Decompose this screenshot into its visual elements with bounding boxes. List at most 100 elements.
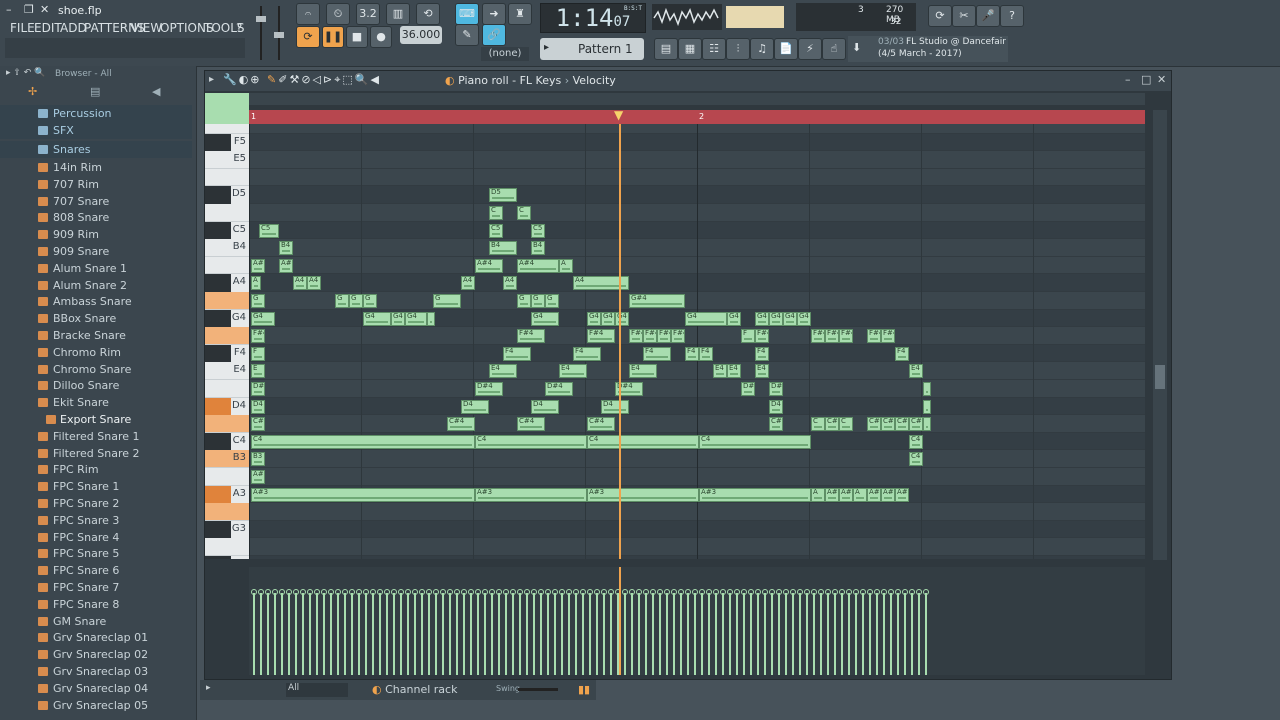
note[interactable]: F4 <box>895 346 909 361</box>
browser-item[interactable]: Grv Snareclap 02 <box>0 646 192 663</box>
velocity-bar[interactable] <box>804 589 810 675</box>
note[interactable]: A#4 <box>517 258 559 273</box>
velocity-bar[interactable] <box>790 589 796 675</box>
note[interactable]: A#4 <box>475 258 503 273</box>
browser-item[interactable]: FPC Snare 4 <box>0 529 192 546</box>
browser-item[interactable]: FPC Snare 6 <box>0 562 192 579</box>
piano-key[interactable] <box>205 327 249 345</box>
note[interactable]: G4 <box>755 311 769 326</box>
note[interactable]: C <box>811 417 825 432</box>
note[interactable]: G4 <box>615 311 629 326</box>
note[interactable]: C4 <box>699 434 811 449</box>
note[interactable]: A#3 <box>251 470 265 484</box>
browser-item[interactable]: Ambass Snare <box>0 293 192 310</box>
note[interactable]: C4 <box>909 434 923 449</box>
browser-item[interactable]: Bracke Snare <box>0 327 192 344</box>
piano-key[interactable] <box>205 257 249 275</box>
stop-button[interactable]: ■ <box>346 26 368 48</box>
browser-item[interactable]: Chromo Snare <box>0 361 192 378</box>
velocity-bar[interactable] <box>874 589 880 675</box>
browser-item[interactable]: Alum Snare 1 <box>0 260 192 277</box>
note[interactable]: B4 <box>489 241 517 256</box>
velocity-bar[interactable] <box>447 589 453 675</box>
note[interactable]: G4 <box>363 311 391 326</box>
channel-filter[interactable]: All <box>286 683 348 697</box>
note[interactable]: A#4 <box>251 258 265 273</box>
note[interactable]: D5 <box>489 188 517 203</box>
browser-item[interactable]: 808 Snare <box>0 209 192 226</box>
browser-item[interactable]: FPC Snare 3 <box>0 512 192 529</box>
stamp-icon[interactable]: ♜ <box>508 3 532 25</box>
velocity-bar[interactable] <box>853 589 859 675</box>
piano-key[interactable] <box>205 169 249 187</box>
playlist-icon[interactable]: ▤ <box>654 38 678 60</box>
note[interactable]: D4 <box>461 399 489 414</box>
piano-key[interactable] <box>205 397 231 416</box>
note[interactable]: D#4 <box>251 382 265 396</box>
timeline-ruler[interactable]: 1 2 ▼ <box>249 108 1145 124</box>
velocity-bar[interactable] <box>741 589 747 675</box>
note[interactable]: B3 <box>251 452 265 467</box>
note[interactable]: D#4 <box>545 382 573 396</box>
note[interactable]: F4 <box>573 346 601 361</box>
velocity-bar[interactable] <box>559 589 565 675</box>
velocity-bar[interactable] <box>433 589 439 675</box>
velocity-bar[interactable] <box>755 589 761 675</box>
velocity-bar[interactable] <box>363 589 369 675</box>
browser-item[interactable]: FPC Rim <box>0 461 192 478</box>
minimize-icon[interactable]: – <box>6 3 18 17</box>
note[interactable]: D4 <box>251 399 265 414</box>
pause-button[interactable]: ❚❚ <box>322 26 344 48</box>
restore-icon[interactable]: ❐ <box>24 3 36 17</box>
note[interactable]: A4 <box>307 276 321 291</box>
note[interactable]: C <box>489 206 503 220</box>
velocity-bar[interactable] <box>650 589 656 675</box>
velocity-bar[interactable] <box>335 589 341 675</box>
velocity-bar[interactable] <box>552 589 558 675</box>
velocity-bar[interactable] <box>321 589 327 675</box>
browser-item[interactable]: Grv Snareclap 03 <box>0 663 192 680</box>
browser-item[interactable]: Ekit Snare <box>0 394 192 411</box>
note[interactable] <box>923 382 931 396</box>
velocity-bar[interactable] <box>629 589 635 675</box>
note[interactable] <box>427 311 435 326</box>
note[interactable]: G <box>251 294 265 308</box>
browser-item[interactable]: Dilloo Snare <box>0 377 192 394</box>
note[interactable]: D4 <box>531 399 559 414</box>
note[interactable]: C#4 <box>909 417 923 432</box>
note[interactable] <box>923 399 931 414</box>
microphone-icon[interactable]: 🎤 <box>976 5 1000 27</box>
velocity-bar[interactable] <box>720 589 726 675</box>
note[interactable]: C#4 <box>881 417 895 432</box>
note[interactable]: F <box>741 329 755 344</box>
note[interactable]: C#4 <box>895 417 909 432</box>
browser-item[interactable]: Chromo Rim <box>0 344 192 361</box>
link-icon[interactable]: 🔗 <box>482 24 506 46</box>
note[interactable]: C5 <box>489 223 503 238</box>
velocity-bar[interactable] <box>307 589 313 675</box>
playhead-line[interactable] <box>619 124 621 559</box>
velocity-bar[interactable] <box>377 589 383 675</box>
velocity-bar[interactable] <box>825 589 831 675</box>
note[interactable]: G <box>335 294 349 308</box>
note[interactable]: E4 <box>713 364 727 379</box>
note[interactable]: F#4 <box>587 329 615 344</box>
velocity-bar[interactable] <box>867 589 873 675</box>
note[interactable]: A4 <box>461 276 475 291</box>
swing-knob[interactable] <box>518 688 558 691</box>
velocity-bar[interactable] <box>279 589 285 675</box>
scissors-icon[interactable]: ✂ <box>952 5 976 27</box>
browser-item[interactable]: Export Snare <box>0 411 192 428</box>
velocity-bar[interactable] <box>727 589 733 675</box>
piano-key[interactable] <box>205 309 231 328</box>
velocity-bar[interactable] <box>384 589 390 675</box>
note[interactable]: G4 <box>531 311 559 326</box>
piano-key[interactable] <box>205 380 249 398</box>
velocity-bar[interactable] <box>391 589 397 675</box>
pr-minimize-icon[interactable]: – <box>1125 73 1131 86</box>
note[interactable]: A#3 <box>475 487 587 502</box>
velocity-bar[interactable] <box>643 589 649 675</box>
menu-file[interactable]: FILE <box>10 21 35 35</box>
browser-item[interactable]: Alum Snare 2 <box>0 277 192 294</box>
note[interactable]: F4 <box>755 346 769 361</box>
